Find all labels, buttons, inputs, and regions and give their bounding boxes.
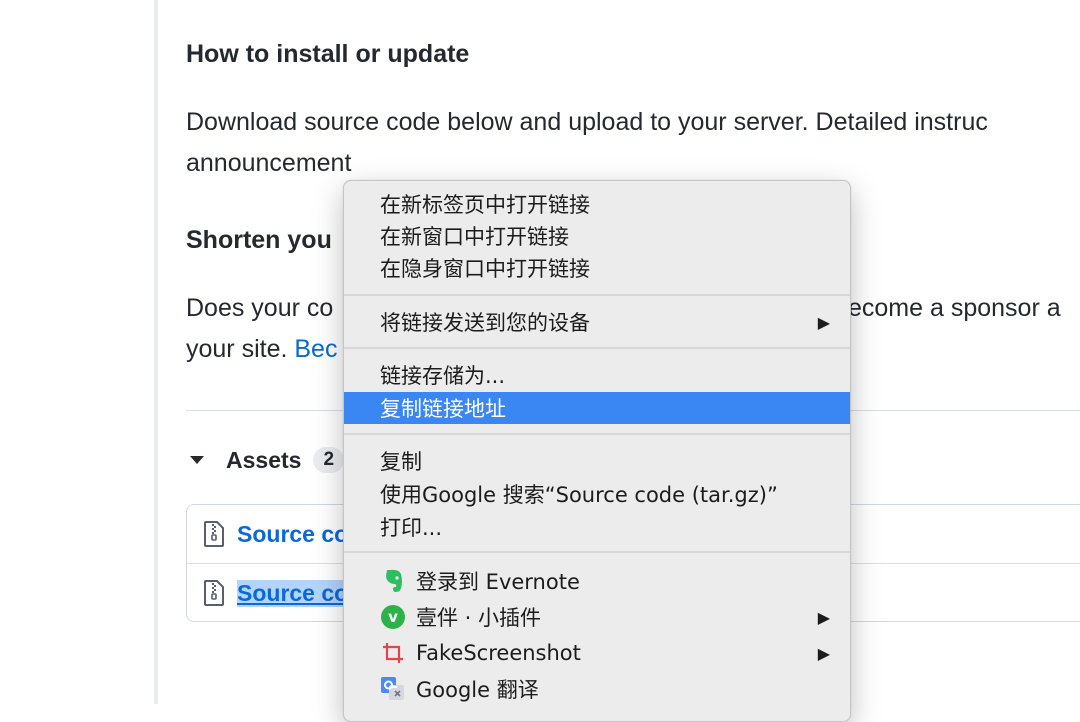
menu-label: 复制链接地址 [380,397,506,421]
menu-separator [344,347,850,349]
menu-save-link-as[interactable]: 链接存储为... [344,359,850,391]
zip-file-icon [204,521,224,547]
menu-label: 在新标签页中打开链接 [380,193,590,217]
yiban-badge: v [381,605,405,629]
menu-separator [344,551,850,553]
menu-label: Google 翻译 [416,678,539,702]
menu-open-new-window[interactable]: 在新窗口中打开链接 [344,220,850,252]
menu-label: 链接存储为... [380,364,506,388]
install-heading: How to install or update [186,40,470,68]
sidebar-divider [154,0,158,704]
does-line-right: ecome a sponsor a [848,294,1061,322]
menu-separator [344,294,850,296]
caret-down-icon [190,456,204,464]
menu-label: 登录到 Evernote [416,570,580,594]
menu-copy[interactable]: 复制 [344,445,850,477]
menu-google-translate[interactable]: Google 翻译 [344,673,850,705]
asset-link-selected[interactable]: Source co [237,579,349,607]
crop-icon [380,640,406,666]
menu-print[interactable]: 打印... [344,511,850,543]
menu-label: 打印... [380,516,443,540]
does-line-left: Does your co [186,294,334,322]
install-text-line2: announcement [186,149,352,177]
menu-search-google[interactable]: 使用Google 搜索“Source code (tar.gz)” [344,478,850,510]
menu-open-new-tab[interactable]: 在新标签页中打开链接 [344,188,850,220]
menu-label: 壹伴 · 小插件 [416,606,542,630]
yiban-v-icon: v [380,604,406,630]
menu-label: 将链接发送到您的设备 [380,311,590,335]
menu-label: FakeScreenshot [416,641,581,665]
menu-send-to-devices[interactable]: 将链接发送到您的设备 ▶ [344,306,850,338]
zip-file-icon [204,580,224,606]
install-text-line1: Download source code below and upload to… [186,108,988,136]
menu-fakescreenshot[interactable]: FakeScreenshot ▶ [344,637,850,669]
context-menu: 在新标签页中打开链接 在新窗口中打开链接 在隐身窗口中打开链接 将链接发送到您的… [343,180,851,722]
asset-link[interactable]: Source co [237,521,348,548]
menu-yiban[interactable]: v 壹伴 · 小插件 ▶ [344,601,850,633]
submenu-arrow-icon: ▶ [817,643,830,663]
menu-copy-link-address[interactable]: 复制链接地址 [344,392,850,424]
assets-toggle[interactable]: Assets 2 [190,440,345,480]
submenu-arrow-icon: ▶ [817,312,830,332]
your-site-text: your site. [186,335,295,363]
assets-label: Assets [226,446,302,473]
menu-separator [344,433,850,435]
menu-label: 复制 [380,450,422,474]
google-translate-icon [380,676,406,702]
your-site-line: your site. Bec [186,329,337,370]
assets-count-badge: 2 [313,447,345,473]
evernote-elephant-icon [380,568,406,594]
menu-label: 在隐身窗口中打开链接 [380,257,590,281]
shorten-heading: Shorten you [186,226,332,254]
menu-label: 使用Google 搜索“Source code (tar.gz)” [380,483,778,507]
menu-evernote[interactable]: 登录到 Evernote [344,565,850,597]
menu-open-incognito[interactable]: 在隐身窗口中打开链接 [344,252,850,284]
menu-label: 在新窗口中打开链接 [380,225,569,249]
submenu-arrow-icon: ▶ [817,607,830,627]
become-sponsor-link[interactable]: Bec [294,335,337,363]
